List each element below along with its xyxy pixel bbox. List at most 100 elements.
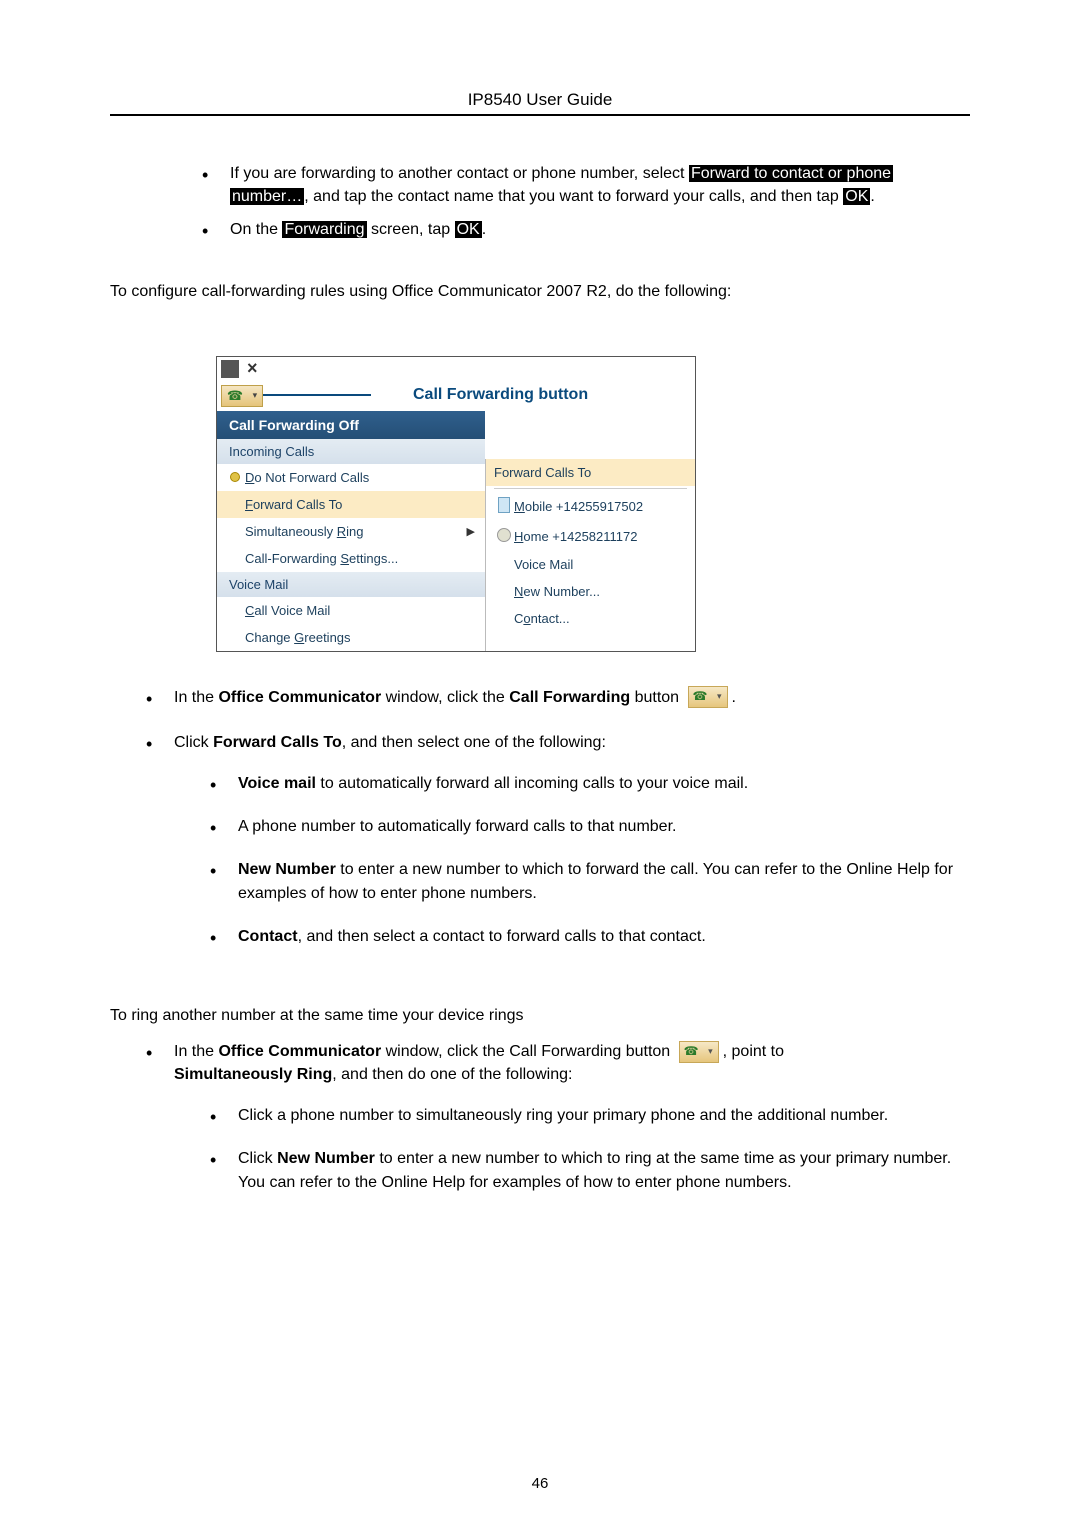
menu-body: Call Forwarding Off Incoming Calls Do No… <box>217 411 695 651</box>
page-header-title: IP8540 User Guide <box>110 90 970 114</box>
text: In the <box>174 689 218 706</box>
menu-item-change-greetings[interactable]: Change Greetings <box>217 624 485 651</box>
text: Click <box>174 734 213 751</box>
bold: Simultaneously Ring <box>174 1066 332 1083</box>
top-bullet-list: If you are forwarding to another contact… <box>202 162 970 242</box>
header-rule <box>110 114 970 116</box>
callout-line <box>263 394 371 396</box>
separator <box>494 488 687 489</box>
text: to enter a new number to which to forwar… <box>238 861 953 901</box>
text: button <box>630 689 683 706</box>
bullet-click-forward-calls-to: Click Forward Calls To, and then select … <box>146 731 970 754</box>
page-number: 46 <box>0 1475 1080 1492</box>
bullet-forwarding-screen: On the Forwarding screen, tap OK. <box>202 218 970 241</box>
ring-sub-click-number: Click a phone number to simultaneously r… <box>210 1104 970 1127</box>
page: IP8540 User Guide If you are forwarding … <box>0 0 1080 1528</box>
text: window, click the <box>381 689 509 706</box>
bold: Contact <box>238 928 298 945</box>
text: window, click the Call Forwarding button <box>381 1043 674 1060</box>
submenu-item-home[interactable]: Home +14258211172 <box>486 522 695 551</box>
menu-item-forward-calls-to[interactable]: Forward Calls To <box>217 491 485 518</box>
menu-right-column: Forward Calls To Mobile +14255917502 Hom… <box>485 459 695 651</box>
minimize-icon <box>221 360 239 378</box>
call-forwarding-inline-icon <box>688 686 728 708</box>
bullet-office-communicator: In the Office Communicator window, click… <box>146 686 970 709</box>
sub-bullet-list: Voice mail to automatically forward all … <box>210 772 970 948</box>
figure-titlebar: × <box>217 357 695 381</box>
text: , point to <box>723 1043 784 1060</box>
text: If you are forwarding to another contact… <box>230 165 689 182</box>
bullet-forward-contact: If you are forwarding to another contact… <box>202 162 970 208</box>
submenu-item-voicemail[interactable]: Voice Mail <box>486 551 695 578</box>
home-icon <box>494 528 514 545</box>
menu-header-off: Call Forwarding Off <box>217 411 485 439</box>
menu-item-label: Call-Forwarding Settings... <box>245 551 398 566</box>
figure-label-row: ☎▾ Call Forwarding button <box>217 381 695 411</box>
submenu-header-forward-to: Forward Calls To <box>486 459 695 486</box>
call-forwarding-button-icon[interactable]: ☎▾ <box>221 385 263 407</box>
highlight: Forwarding <box>282 221 366 238</box>
submenu-item-new-number[interactable]: New Number... <box>486 578 695 605</box>
chevron-down-icon: ▾ <box>253 390 258 401</box>
call-forwarding-button-label: Call Forwarding button <box>413 386 588 404</box>
menu-left-column: Call Forwarding Off Incoming Calls Do No… <box>217 411 485 651</box>
bold: Office Communicator <box>218 689 381 706</box>
text: screen, tap <box>367 221 455 238</box>
bold: Voice mail <box>238 775 316 792</box>
ring-bullet-main: In the Office Communicator window, click… <box>146 1040 970 1086</box>
submenu-item-label: Contact... <box>514 611 570 626</box>
ring-bullet-list: In the Office Communicator window, click… <box>146 1040 970 1086</box>
menu-section-voicemail: Voice Mail <box>217 572 485 597</box>
sub-bullet-voice-mail: Voice mail to automatically forward all … <box>210 772 970 795</box>
text: , and tap the contact name that you want… <box>304 188 843 205</box>
menu-item-simultaneously-ring[interactable]: Simultaneously Ring ▶ <box>217 518 485 545</box>
call-forwarding-menu-figure: × ☎▾ Call Forwarding button Call Forward… <box>216 356 696 652</box>
text: , and then select a contact to forward c… <box>298 928 706 945</box>
menu-section-incoming: Incoming Calls <box>217 439 485 464</box>
highlight: OK <box>843 188 870 205</box>
sub-bullet-new-number: New Number to enter a new number to whic… <box>210 858 970 904</box>
submenu-header-label: Forward Calls To <box>494 465 591 480</box>
submenu-item-label: Home +14258211172 <box>514 529 637 544</box>
chevron-right-icon: ▶ <box>467 525 475 538</box>
ring-paragraph: To ring another number at the same time … <box>110 1004 970 1028</box>
submenu-item-label: Mobile +14255917502 <box>514 499 643 514</box>
text: . <box>870 188 874 205</box>
menu-item-label: Simultaneously Ring <box>245 524 364 539</box>
menu-item-call-voice-mail[interactable]: Call Voice Mail <box>217 597 485 624</box>
highlight: OK <box>455 221 482 238</box>
text: A phone number to automatically forward … <box>238 818 676 835</box>
ring-sub-bullet-list: Click a phone number to simultaneously r… <box>210 1104 970 1194</box>
highlight: number… <box>230 188 304 205</box>
configure-paragraph: To configure call-forwarding rules using… <box>110 280 970 304</box>
text: , and then do one of the following: <box>332 1066 572 1083</box>
text: Click a phone number to simultaneously r… <box>238 1107 888 1124</box>
bold: Office Communicator <box>218 1043 381 1060</box>
phone-icon: ☎ <box>227 388 243 404</box>
bold: New Number <box>277 1150 375 1167</box>
text: , and then select one of the following: <box>342 734 606 751</box>
text: In the <box>174 1043 218 1060</box>
menu-item-cf-settings[interactable]: Call-Forwarding Settings... <box>217 545 485 572</box>
bold: Call Forwarding <box>509 689 630 706</box>
call-forwarding-inline-icon <box>679 1041 719 1063</box>
menu-item-label: Change Greetings <box>245 630 351 645</box>
radio-icon <box>225 470 245 485</box>
menu-item-do-not-forward[interactable]: Do Not Forward Calls <box>217 464 485 491</box>
bold: Forward Calls To <box>213 734 342 751</box>
menu-item-label: Call Voice Mail <box>245 603 330 618</box>
text: to automatically forward all incoming ca… <box>316 775 748 792</box>
mobile-icon <box>494 497 514 516</box>
submenu-item-mobile[interactable]: Mobile +14255917502 <box>486 491 695 522</box>
sub-bullet-phone-number: A phone number to automatically forward … <box>210 815 970 838</box>
text: Click <box>238 1150 277 1167</box>
submenu-item-label: Voice Mail <box>514 557 573 572</box>
menu-item-label: Do Not Forward Calls <box>245 470 369 485</box>
mid-bullet-list: In the Office Communicator window, click… <box>146 686 970 754</box>
submenu-item-label: New Number... <box>514 584 600 599</box>
submenu-item-contact[interactable]: Contact... <box>486 605 695 632</box>
bold: New Number <box>238 861 336 878</box>
ring-sub-new-number: Click New Number to enter a new number t… <box>210 1147 970 1193</box>
text: . <box>732 689 736 706</box>
text: . <box>482 221 486 238</box>
